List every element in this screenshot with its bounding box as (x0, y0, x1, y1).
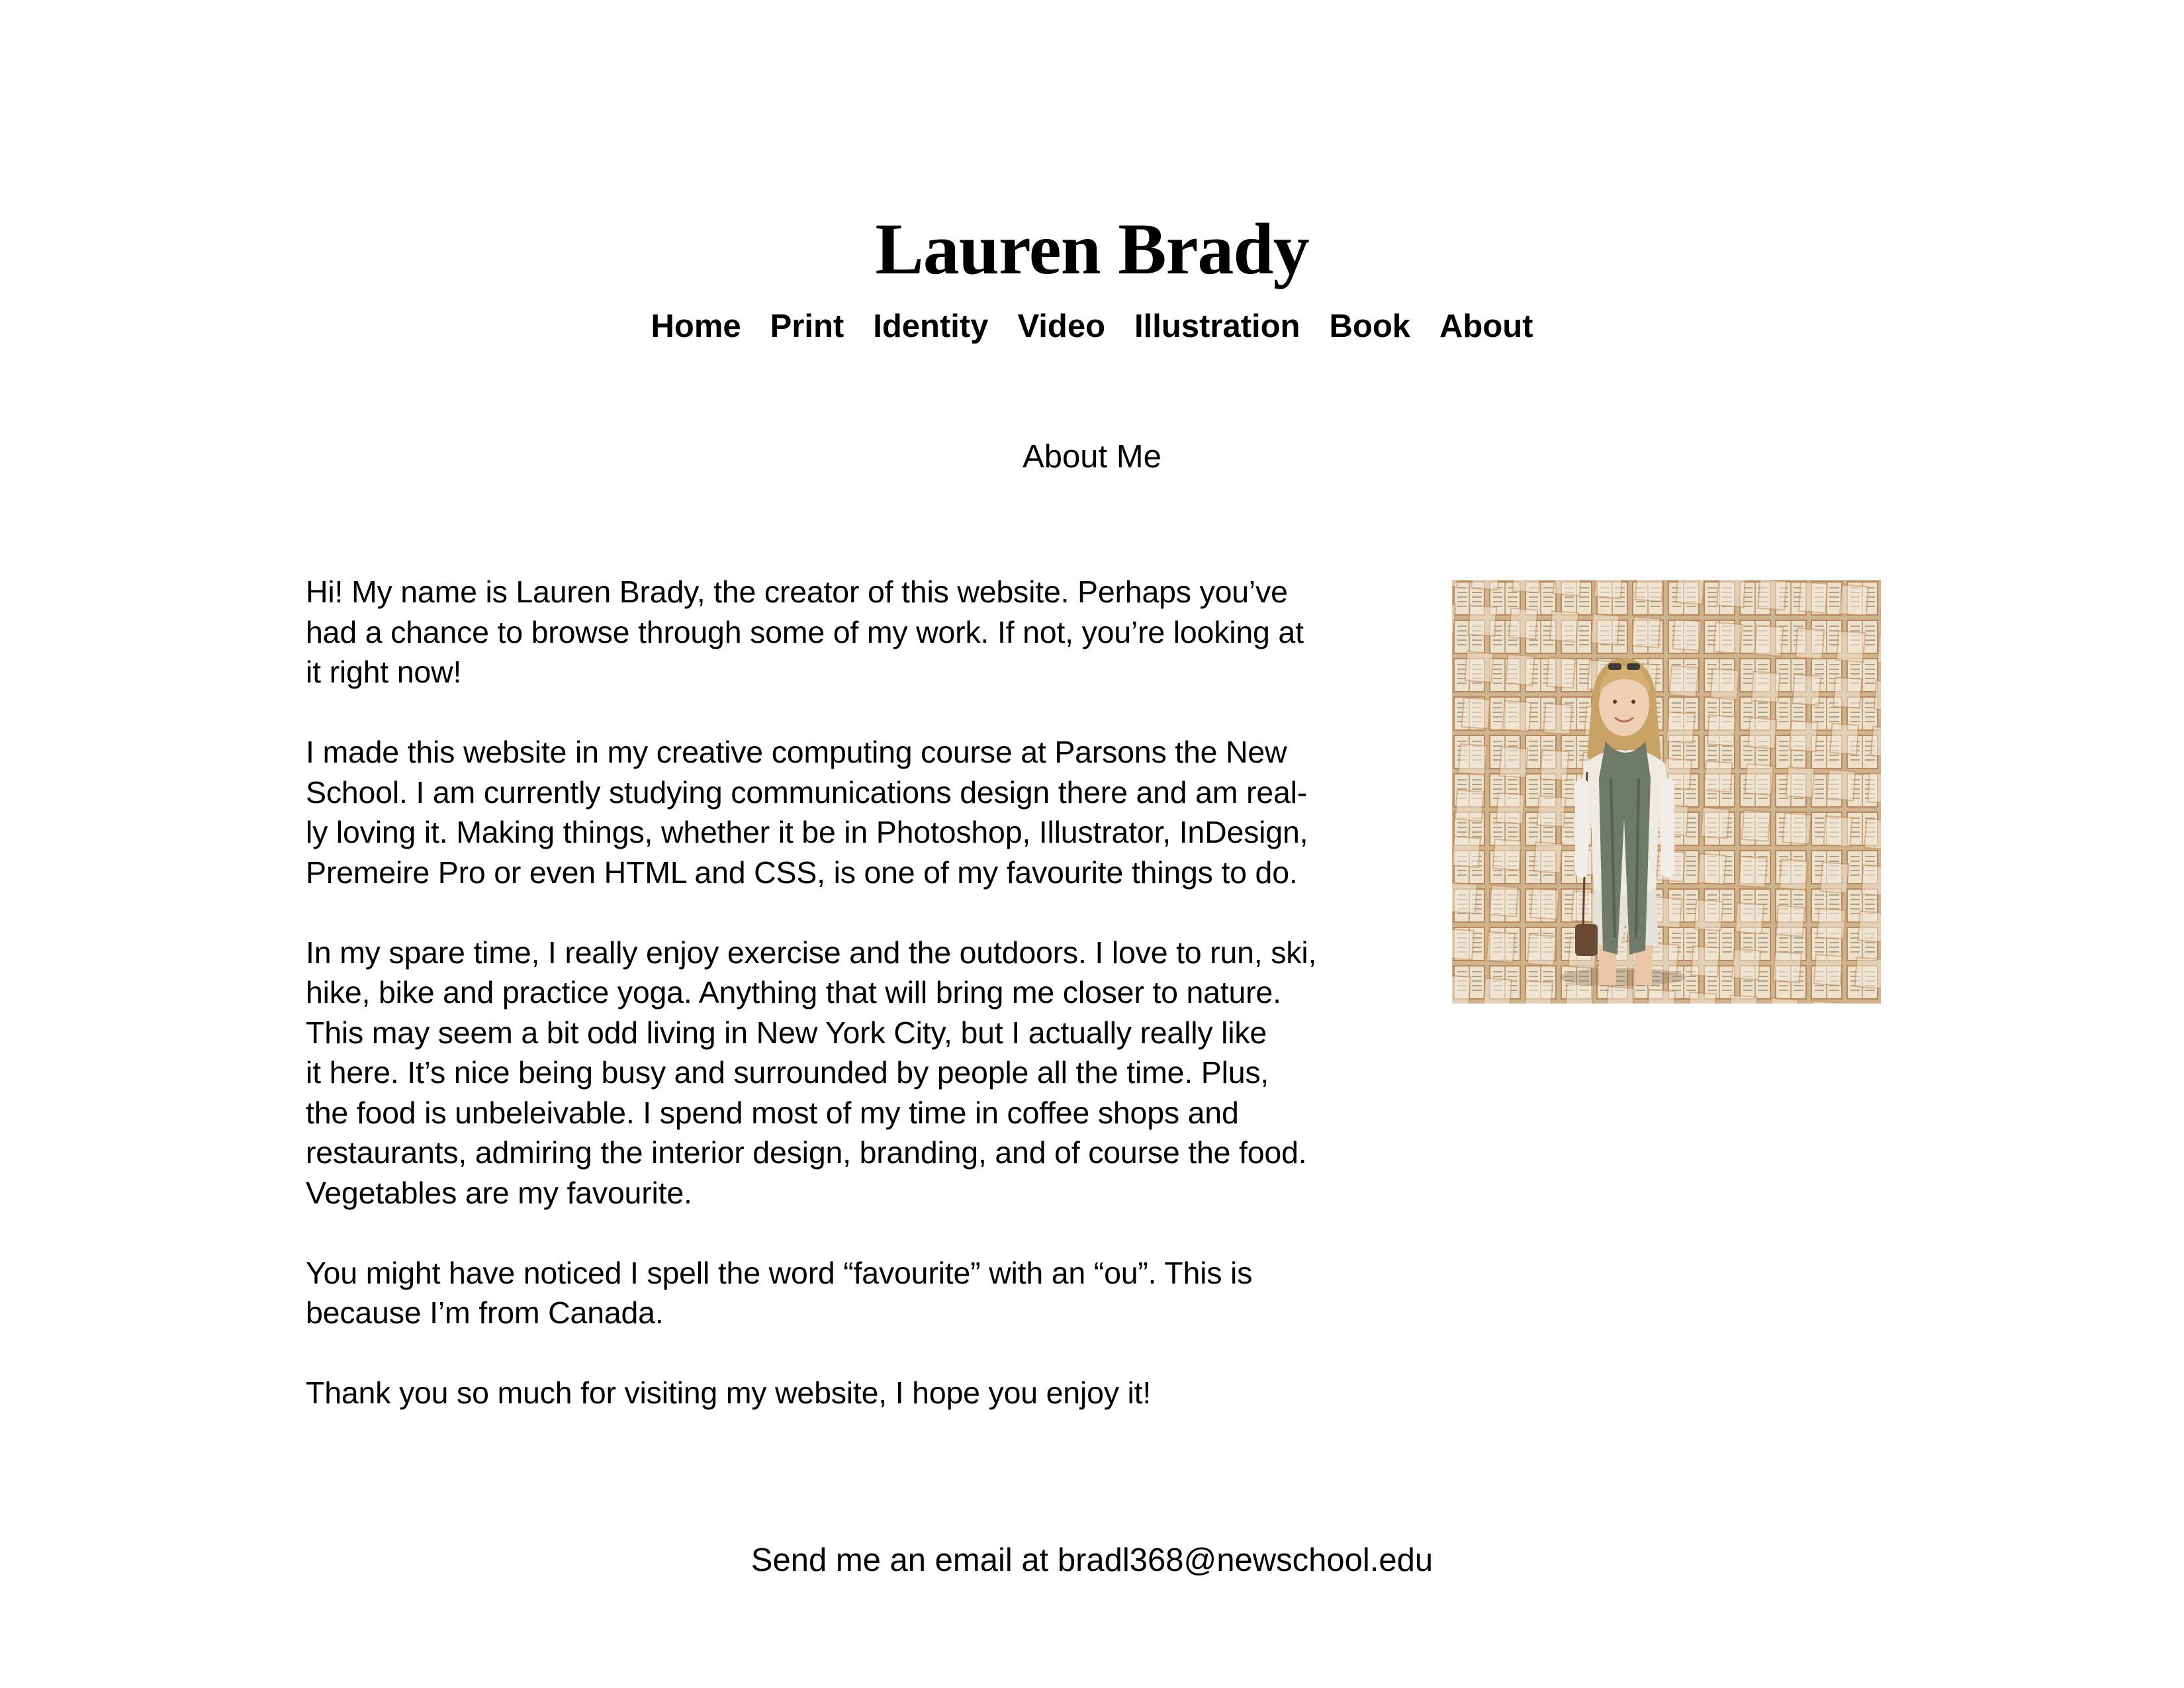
main-nav: Home Print Identity Video Illustration B… (0, 303, 2184, 350)
bio-paragraph-thanks: Thank you so much for visiting my websit… (306, 1376, 1152, 1410)
profile-photo (1452, 580, 1881, 1004)
nav-item-home[interactable]: Home (651, 303, 741, 350)
section-title: About Me (1023, 439, 1161, 475)
nav-item-identity[interactable]: Identity (873, 303, 988, 350)
nav-item-video[interactable]: Video (1018, 303, 1106, 350)
nav-item-print[interactable]: Print (770, 303, 844, 350)
nav-item-illustration[interactable]: Illustration (1134, 303, 1300, 350)
bio-paragraph-hobbies: In my spare time, I really enjoy exercis… (306, 935, 1317, 1210)
bio-paragraph-intro: Hi! My name is Lauren Brady, the creator… (306, 575, 1304, 689)
nav-item-about[interactable]: About (1439, 303, 1533, 350)
contact-email[interactable]: Send me an email at bradl368@newschool.e… (0, 1537, 2184, 1583)
site-title: Lauren Brady (875, 208, 1309, 289)
bio-text: Hi! My name is Lauren Brady, the creator… (306, 572, 1378, 1453)
bio-paragraph-spelling: You might have noticed I spell the word … (306, 1255, 1253, 1331)
profile-photo-image (1452, 580, 1881, 1004)
bio-paragraph-school: I made this website in my creative compu… (306, 735, 1308, 890)
nav-item-book[interactable]: Book (1330, 303, 1411, 350)
